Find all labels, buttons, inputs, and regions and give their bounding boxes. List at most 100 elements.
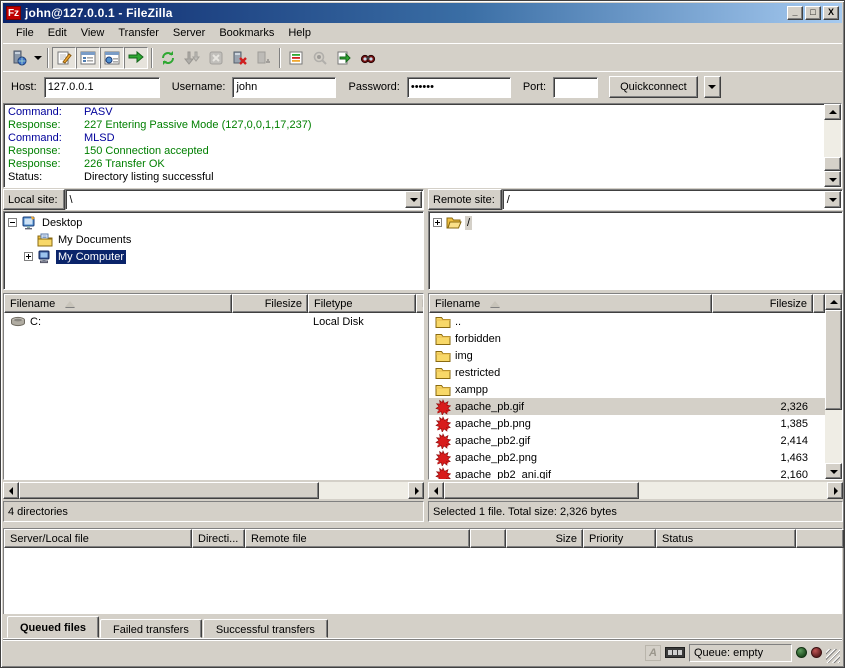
disconnect-icon[interactable] (228, 47, 252, 69)
menu-help[interactable]: Help (281, 25, 318, 41)
column-header-filesize[interactable]: Filesize (232, 294, 308, 313)
port-input[interactable] (553, 77, 598, 98)
queue-column-status[interactable]: Status (656, 529, 796, 548)
remote-file-row[interactable]: .. (429, 313, 825, 330)
chevron-down-icon[interactable] (824, 191, 841, 208)
maximize-button[interactable]: □ (805, 6, 821, 20)
speed-limit-icon[interactable] (665, 647, 685, 658)
column-header-filesize[interactable]: Filesize (712, 294, 813, 313)
collapse-icon[interactable] (8, 218, 17, 227)
toggle-message-log-icon[interactable] (52, 47, 76, 69)
quickconnect-dropdown-button[interactable] (704, 76, 721, 98)
expand-icon[interactable] (24, 252, 33, 261)
menu-view[interactable]: View (74, 25, 112, 41)
remote-list-scrollbar[interactable] (825, 294, 842, 479)
scrollbar-thumb[interactable] (824, 157, 841, 171)
column-header-filetype[interactable]: Filetype (308, 294, 416, 313)
remote-file-row[interactable]: forbidden (429, 330, 825, 347)
remote-horizontal-scrollbar[interactable] (428, 482, 843, 499)
column-header-l[interactable]: L (416, 294, 423, 313)
local-tree-label[interactable]: My Documents (56, 233, 133, 247)
scroll-left-icon[interactable] (3, 482, 19, 499)
scrollbar-thumb[interactable] (825, 310, 842, 410)
queue-column-blank[interactable] (470, 529, 506, 548)
quickconnect-button[interactable]: Quickconnect (609, 76, 698, 98)
filter-icon[interactable] (284, 47, 308, 69)
chevron-down-icon[interactable] (405, 191, 422, 208)
local-tree-item[interactable]: Desktop (4, 214, 423, 231)
minimize-button[interactable]: _ (787, 6, 803, 20)
menu-server[interactable]: Server (166, 25, 212, 41)
scroll-left-icon[interactable] (428, 482, 444, 499)
remote-file-row[interactable]: apache_pb2.gif2,414 (429, 432, 825, 449)
local-site-combobox[interactable]: \ (65, 189, 424, 210)
local-file-row[interactable]: C:Local Disk (4, 313, 423, 330)
queue-column-priority[interactable]: Priority (583, 529, 656, 548)
remote-file-row[interactable]: restricted (429, 364, 825, 381)
scrollbar-thumb[interactable] (19, 482, 319, 499)
transfer-type-icon[interactable]: A (645, 645, 661, 661)
menu-bookmarks[interactable]: Bookmarks (212, 25, 281, 41)
tab-successful-transfers[interactable]: Successful transfers (203, 619, 328, 638)
toggle-remote-tree-icon[interactable] (100, 47, 124, 69)
menu-file[interactable]: File (9, 25, 41, 41)
resize-grip[interactable] (826, 649, 840, 663)
menu-edit[interactable]: Edit (41, 25, 74, 41)
synchronized-browsing-icon[interactable] (332, 47, 356, 69)
remote-tree-label[interactable]: / (465, 216, 472, 230)
remote-file-row[interactable]: apache_pb2.png1,463 (429, 449, 825, 466)
remote-file-row[interactable]: apache_pb.png1,385 (429, 415, 825, 432)
file-name: apache_pb.gif (455, 401, 524, 413)
remote-tree-item[interactable]: / (429, 214, 842, 231)
local-tree-item[interactable]: My Documents (4, 231, 423, 248)
queue-column-remote-file[interactable]: Remote file (245, 529, 470, 548)
app-icon[interactable]: Fz (6, 6, 21, 20)
expand-icon[interactable] (433, 218, 442, 227)
scrollbar-track[interactable] (825, 410, 842, 463)
find-files-icon[interactable] (356, 47, 380, 69)
column-header-filename[interactable]: Filename (429, 294, 712, 313)
queue-column-directi-[interactable]: Directi... (192, 529, 245, 548)
scroll-right-icon[interactable] (827, 482, 843, 499)
local-tree-item[interactable]: My Computer (4, 248, 423, 265)
file-name: apache_pb.png (455, 418, 531, 430)
remote-site-combobox[interactable]: / (502, 189, 843, 210)
toolbar (3, 43, 842, 71)
scrollbar-track[interactable] (319, 482, 408, 499)
file-type: Local Disk (308, 316, 416, 328)
password-input[interactable] (407, 77, 511, 98)
site-manager-dropdown-icon[interactable] (31, 47, 44, 69)
local-horizontal-scrollbar[interactable] (3, 482, 424, 499)
site-manager-icon[interactable] (7, 47, 31, 69)
toggle-local-tree-icon[interactable] (76, 47, 100, 69)
local-tree-label[interactable]: My Computer (56, 250, 126, 264)
scroll-down-icon[interactable] (824, 171, 841, 187)
title-bar[interactable]: Fz john@127.0.0.1 - FileZilla _ □ X (3, 3, 842, 23)
remote-directory-tree: / (428, 211, 843, 290)
remote-site-label: Remote site: (428, 189, 502, 210)
remote-file-row[interactable]: apache_pb.gif2,326 (429, 398, 825, 415)
message-log-scrollbar[interactable] (824, 104, 841, 187)
scroll-down-icon[interactable] (825, 463, 842, 479)
close-button[interactable]: X (823, 6, 839, 20)
tab-failed-transfers[interactable]: Failed transfers (100, 619, 202, 638)
column-header-filename[interactable]: Filename (4, 294, 232, 313)
remote-file-row[interactable]: img (429, 347, 825, 364)
refresh-icon[interactable] (156, 47, 180, 69)
queue-column-blank[interactable] (796, 529, 844, 548)
host-input[interactable] (44, 77, 160, 98)
username-input[interactable] (232, 77, 336, 98)
toggle-transfer-queue-icon[interactable] (124, 47, 148, 69)
queue-column-size[interactable]: Size (506, 529, 583, 548)
tab-queued-files[interactable]: Queued files (7, 616, 99, 638)
scrollbar-track[interactable] (639, 482, 827, 499)
scroll-right-icon[interactable] (408, 482, 424, 499)
scrollbar-thumb[interactable] (444, 482, 639, 499)
scroll-up-icon[interactable] (824, 104, 841, 120)
remote-file-row[interactable]: xampp (429, 381, 825, 398)
queue-column-server-local-file[interactable]: Server/Local file (4, 529, 192, 548)
remote-file-row[interactable]: apache_pb2_ani.gif2,160 (429, 466, 825, 479)
menu-transfer[interactable]: Transfer (111, 25, 166, 41)
scroll-up-icon[interactable] (825, 294, 842, 310)
local-tree-label[interactable]: Desktop (40, 216, 84, 230)
